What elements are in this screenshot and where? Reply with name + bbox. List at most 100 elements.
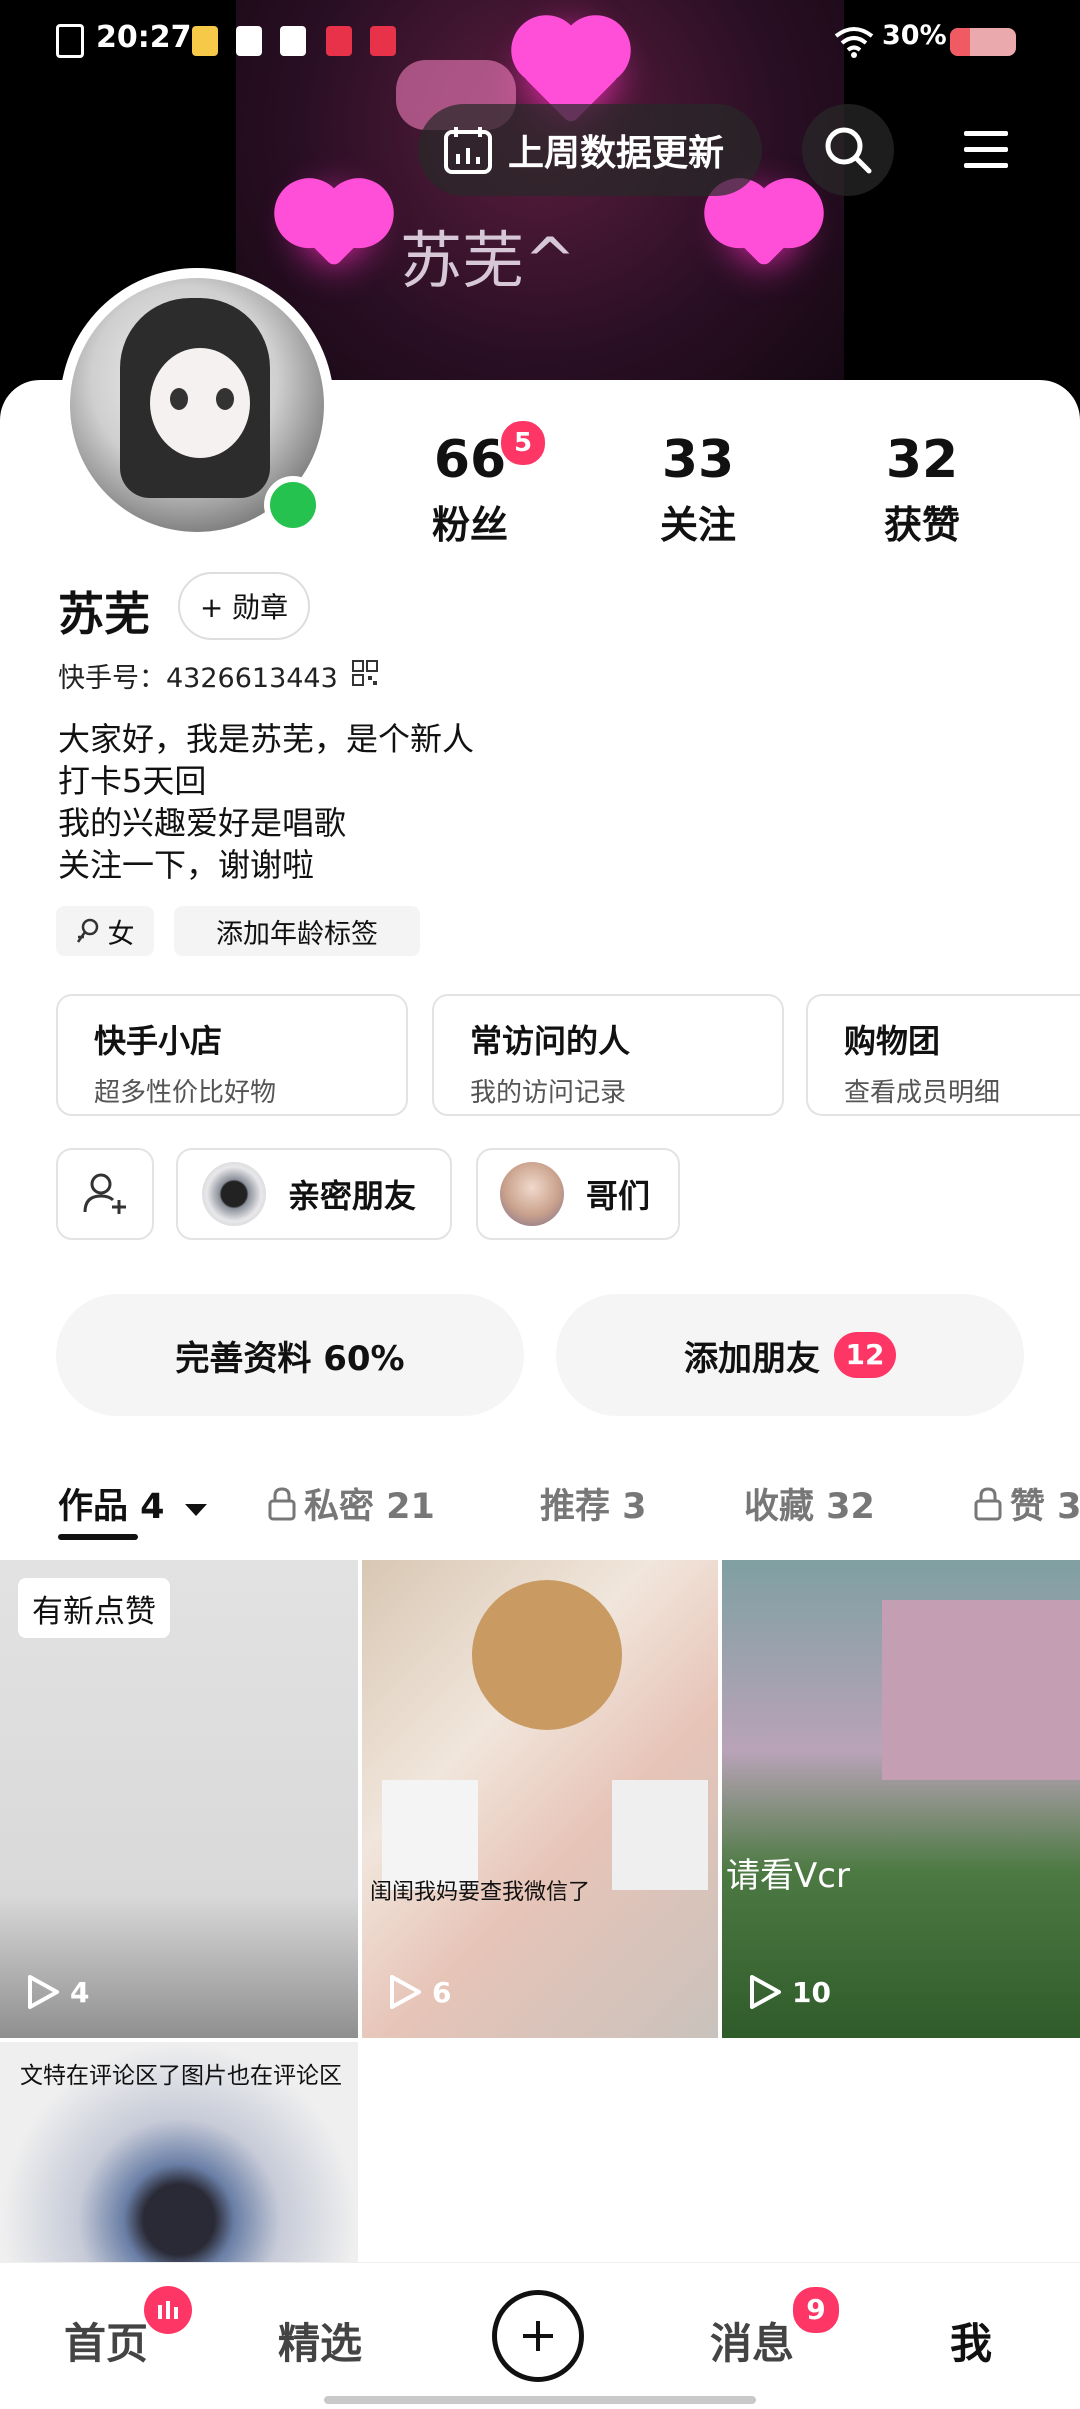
entry-subtitle: 查看成员明细 xyxy=(844,1078,1001,1108)
entry-title: 快手小店 xyxy=(94,1022,223,1060)
avatar-eye xyxy=(216,388,234,410)
entry-frequent-visitors[interactable]: 常访问的人 我的访问记录 xyxy=(432,994,784,1116)
plus-icon xyxy=(523,2321,553,2351)
cookie-image xyxy=(472,1580,622,1730)
play-icon xyxy=(390,1975,421,2009)
qr-code-icon[interactable] xyxy=(352,660,378,686)
eye-avatar-icon xyxy=(202,1162,266,1226)
play-count-number: 10 xyxy=(792,1975,831,2009)
nav-home[interactable]: 首页 xyxy=(64,2310,148,2371)
messages-badge: 9 xyxy=(790,2284,842,2336)
app-notification-icon xyxy=(192,26,218,56)
sim-card-icon xyxy=(56,24,84,58)
wifi-icon xyxy=(834,27,874,58)
menu-icon xyxy=(964,131,1008,168)
gender-tag[interactable]: 女 xyxy=(56,906,154,956)
entry-title: 常访问的人 xyxy=(470,1022,631,1060)
thumbnail-caption: 闺闺我妈要查我微信了 xyxy=(370,1880,591,1905)
play-icon xyxy=(28,1975,59,2009)
lock-icon xyxy=(268,1486,296,1520)
followers-new-badge: 5 xyxy=(498,418,548,468)
tab-works[interactable]: 作品 4 xyxy=(58,1478,209,1529)
search-button[interactable] xyxy=(802,104,894,196)
tab-favorites[interactable]: 收藏 32 xyxy=(744,1478,875,1529)
weekly-data-button[interactable]: 上周数据更新 xyxy=(418,104,762,196)
new-like-badge: 有新点赞 xyxy=(18,1578,170,1638)
following-stat[interactable]: 33 关注 xyxy=(618,434,778,549)
entry-subtitle: 超多性价比好物 xyxy=(94,1078,277,1108)
tab-private-label: 私密 21 xyxy=(304,1487,435,1527)
following-count: 33 xyxy=(661,430,735,490)
tab-liked-label: 赞 3 xyxy=(1010,1487,1080,1527)
profile-name: 苏芜 xyxy=(58,587,150,641)
nav-messages[interactable]: 消息 xyxy=(710,2310,794,2371)
heart-decoration xyxy=(724,188,804,268)
home-indicator[interactable] xyxy=(324,2396,756,2404)
close-friends-button[interactable]: 亲密朋友 xyxy=(176,1148,452,1240)
online-status-dot xyxy=(264,476,322,534)
caret-down-icon xyxy=(184,1504,207,1516)
calendar-chart-icon xyxy=(444,127,492,174)
bio-line: 大家好，我是苏芜，是个新人 xyxy=(58,720,475,758)
search-icon xyxy=(825,127,872,174)
bio-line: 我的兴趣爱好是唱歌 xyxy=(58,804,347,842)
buddies-label: 哥们 xyxy=(586,1177,651,1215)
likes-count: 32 xyxy=(885,430,959,490)
battery-text: 30% xyxy=(882,20,947,51)
entry-subtitle: 我的访问记录 xyxy=(470,1078,627,1108)
add-medal-button[interactable]: + 勋章 xyxy=(178,572,310,640)
create-button[interactable] xyxy=(492,2290,584,2382)
tab-recommended[interactable]: 推荐 3 xyxy=(540,1478,647,1529)
nav-me[interactable]: 我 xyxy=(950,2310,992,2371)
complete-profile-label: 完善资料 60% xyxy=(175,1338,405,1379)
play-count-number: 4 xyxy=(70,1975,90,2009)
avatar-face xyxy=(150,348,250,458)
play-icon xyxy=(750,1975,781,2009)
bio-line: 关注一下，谢谢啦 xyxy=(58,846,315,884)
video-thumbnail[interactable]: 闺闺我妈要查我微信了 6 xyxy=(362,1560,718,2038)
play-count: 4 xyxy=(26,1974,89,2010)
tab-private[interactable]: 私密 21 xyxy=(268,1478,435,1529)
entry-title: 购物团 xyxy=(844,1022,941,1060)
add-user-icon xyxy=(83,1173,126,1214)
bio-line: 打卡5天回 xyxy=(58,762,207,800)
app-notification-icon xyxy=(280,26,306,56)
buddies-button[interactable]: 哥们 xyxy=(476,1148,680,1240)
add-age-tag[interactable]: 添加年龄标签 xyxy=(174,906,420,956)
play-count: 6 xyxy=(388,1974,451,2010)
battery-icon xyxy=(950,28,1016,56)
tab-liked[interactable]: 赞 3 xyxy=(974,1478,1080,1529)
entry-kuaishou-shop[interactable]: 快手小店 超多性价比好物 xyxy=(56,994,408,1116)
complete-profile-button[interactable]: 完善资料 60% xyxy=(56,1294,524,1416)
followers-label: 粉丝 xyxy=(431,503,508,547)
likes-label: 获赞 xyxy=(883,503,960,547)
nav-featured[interactable]: 精选 xyxy=(278,2310,362,2371)
female-icon xyxy=(76,918,98,943)
video-thumbnail[interactable]: 请看Vcr 10 xyxy=(722,1560,1080,2038)
buddy-avatar-icon xyxy=(500,1162,564,1226)
add-friends-button[interactable]: 添加朋友 12 xyxy=(556,1294,1024,1416)
video-thumbnail[interactable]: 文特在评论区了图片也在评论区 xyxy=(0,2042,358,2264)
thumbnail-caption: 请看Vcr xyxy=(726,1856,850,1896)
entry-shopping-group[interactable]: 购物团 查看成员明细 xyxy=(806,994,1080,1116)
following-label: 关注 xyxy=(659,503,736,547)
avatar-eye xyxy=(170,388,188,410)
add-friend-icon-button[interactable] xyxy=(56,1148,154,1240)
lock-icon xyxy=(974,1486,1002,1520)
tab-works-label: 作品 4 xyxy=(58,1487,165,1527)
heart-decoration xyxy=(294,188,374,268)
building-image xyxy=(882,1600,1080,1780)
app-notification-icon xyxy=(326,26,352,56)
kuaishou-id[interactable]: 快手号：4326613443 xyxy=(58,656,338,695)
status-time: 20:27 xyxy=(96,20,192,55)
likes-stat[interactable]: 32 获赞 xyxy=(842,434,1002,549)
menu-button[interactable] xyxy=(940,104,1032,196)
bars-icon xyxy=(158,2301,178,2319)
active-tab-indicator xyxy=(58,1534,138,1540)
weekly-data-label: 上周数据更新 xyxy=(508,133,725,174)
play-count: 10 xyxy=(748,1974,831,2010)
gender-label: 女 xyxy=(107,918,135,950)
sticker-image xyxy=(612,1780,708,1890)
app-notification-icon xyxy=(236,26,262,56)
home-live-badge xyxy=(144,2286,192,2334)
